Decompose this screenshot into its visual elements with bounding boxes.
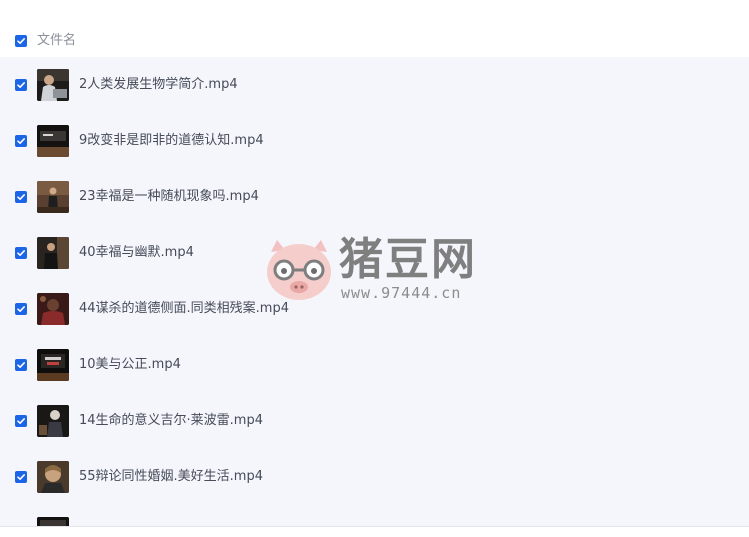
checkmark-icon <box>17 418 25 424</box>
file-checkbox[interactable] <box>15 471 27 483</box>
checkmark-icon <box>17 250 25 256</box>
footer-strip <box>0 527 749 537</box>
file-name[interactable]: 10美与公正.mp4 <box>79 356 181 374</box>
checkmark-icon <box>17 82 25 88</box>
checkmark-icon <box>17 38 25 44</box>
file-name[interactable]: 23幸福是一种随机现象吗.mp4 <box>79 188 259 206</box>
watermark-url: www.97444.cn <box>341 284 462 302</box>
file-name[interactable]: 2人类发展生物学简介.mp4 <box>79 76 238 94</box>
file-row[interactable]: 10美与公正.mp4 <box>0 337 749 393</box>
video-thumbnail-icon <box>37 349 69 381</box>
watermark-brand: 猪豆网 <box>339 234 477 285</box>
file-checkbox[interactable] <box>15 247 27 259</box>
watermark: 猪豆网 www.97444.cn <box>263 234 493 306</box>
file-name[interactable]: 14生命的意义吉尔·莱波雷.mp4 <box>79 412 263 430</box>
checkmark-icon <box>17 138 25 144</box>
video-thumbnail-icon <box>37 405 69 437</box>
file-row[interactable]: 9改变非是即非的道德认知.mp4 <box>0 113 749 169</box>
filename-column-header: 文件名 <box>37 33 77 48</box>
file-checkbox[interactable] <box>15 135 27 147</box>
file-name[interactable]: 40幸福与幽默.mp4 <box>79 244 194 262</box>
video-thumbnail-icon <box>37 181 69 213</box>
checkmark-icon <box>17 194 25 200</box>
video-thumbnail-icon <box>37 461 69 493</box>
pig-with-glasses-logo-icon <box>267 240 331 300</box>
file-name[interactable]: 9改变非是即非的道德认知.mp4 <box>79 132 264 150</box>
file-name[interactable]: 55辩论同性婚姻.美好生活.mp4 <box>79 468 263 486</box>
file-row[interactable]: 2人类发展生物学简介.mp4 <box>0 57 749 113</box>
select-all-checkbox[interactable] <box>15 35 27 47</box>
file-checkbox[interactable] <box>15 359 27 371</box>
file-row[interactable]: 55辩论同性婚姻.美好生活.mp4 <box>0 449 749 505</box>
file-row[interactable]: 23幸福是一种随机现象吗.mp4 <box>0 169 749 225</box>
file-checkbox[interactable] <box>15 79 27 91</box>
file-checkbox[interactable] <box>15 303 27 315</box>
file-list-header: 文件名 <box>0 0 749 57</box>
file-row[interactable]: 14生命的意义吉尔·莱波雷.mp4 <box>0 393 749 449</box>
file-checkbox[interactable] <box>15 191 27 203</box>
checkmark-icon <box>17 306 25 312</box>
checkmark-icon <box>17 362 25 368</box>
file-list-page: 文件名 2人类发展生物学简介.mp4 9改变非是即非的道德认知.mp4 23幸福… <box>0 0 749 537</box>
video-thumbnail-icon <box>37 237 69 269</box>
file-checkbox[interactable] <box>15 415 27 427</box>
checkmark-icon <box>17 474 25 480</box>
video-thumbnail-icon <box>37 293 69 325</box>
video-thumbnail-icon <box>37 69 69 101</box>
file-name[interactable]: 44谋杀的道德侧面.同类相残案.mp4 <box>79 300 289 318</box>
video-thumbnail-icon <box>37 125 69 157</box>
